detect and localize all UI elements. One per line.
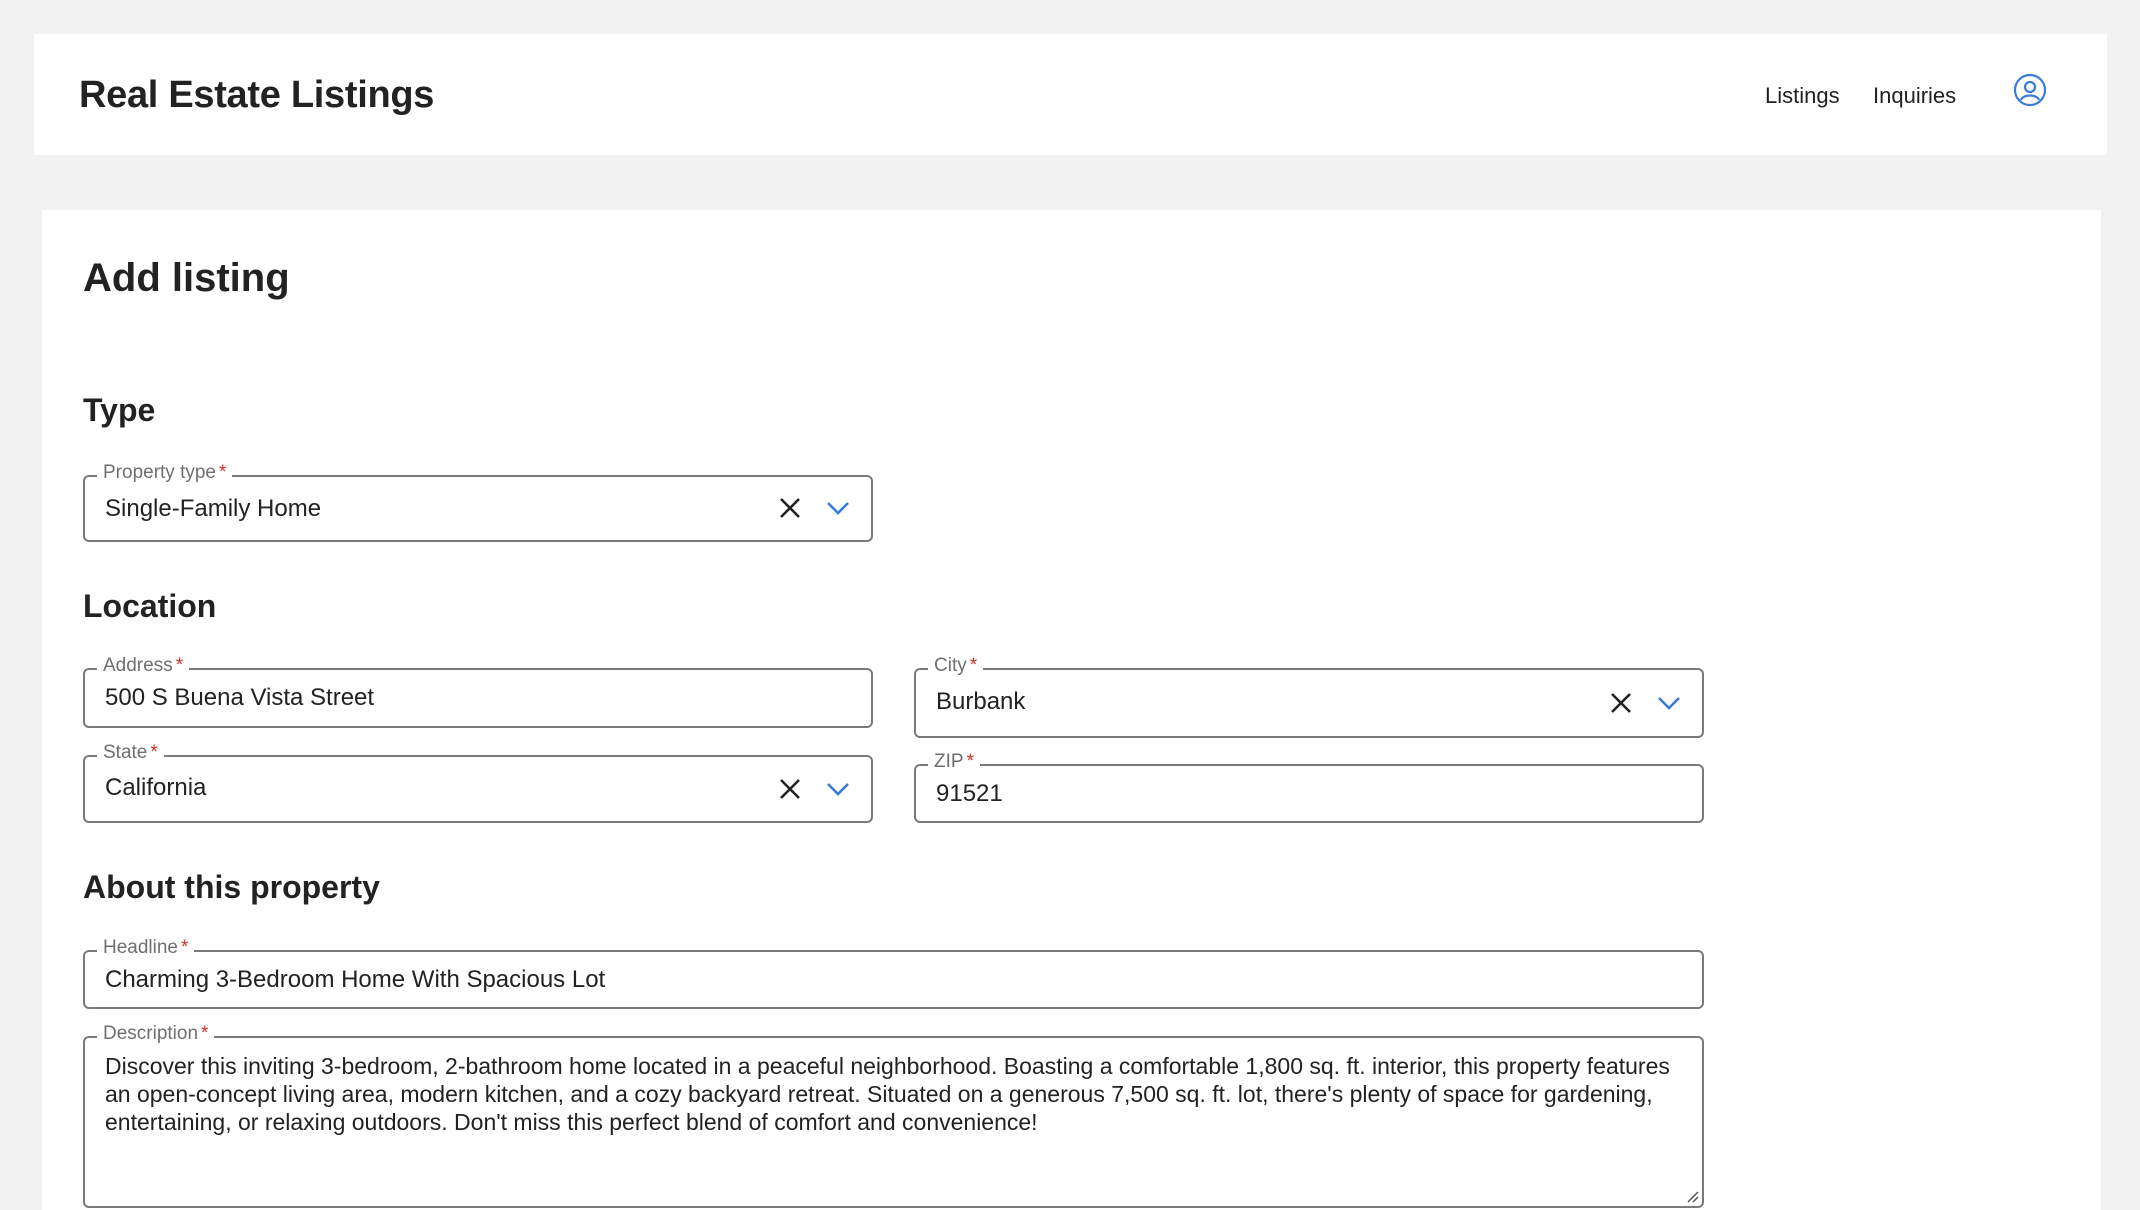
- zip-label: ZIP: [934, 751, 964, 772]
- section-title-type: Type: [83, 392, 156, 428]
- required-marker: *: [969, 655, 978, 676]
- add-listing-form: Add listing Type Property type * Single-F…: [42, 210, 2101, 1210]
- property-type-label: Property type: [103, 462, 216, 483]
- address-field[interactable]: Address * 500 S Buena Vista Street: [83, 655, 873, 728]
- city-value: Burbank: [936, 688, 1026, 715]
- section-title-location: Location: [83, 588, 217, 624]
- required-marker: *: [150, 742, 158, 763]
- clear-icon[interactable]: [775, 774, 805, 804]
- nav-inquiries-link[interactable]: Inquiries: [1873, 83, 1956, 109]
- required-marker: *: [201, 1023, 209, 1044]
- resize-handle-icon[interactable]: [1684, 1188, 1700, 1204]
- nav-listings-link[interactable]: Listings: [1765, 83, 1840, 109]
- required-marker: *: [175, 655, 184, 676]
- headline-value: Charming 3-Bedroom Home With Spacious Lo…: [105, 966, 606, 993]
- headline-label: Headline: [103, 937, 178, 958]
- address-label: Address: [103, 655, 173, 676]
- user-circle-icon[interactable]: [2013, 73, 2047, 107]
- headline-field[interactable]: Headline * Charming 3-Bedroom Home With S…: [83, 937, 1704, 1009]
- property-type-value: Single-Family Home: [105, 495, 322, 522]
- city-label: City: [934, 655, 967, 676]
- chevron-down-icon[interactable]: [823, 493, 853, 523]
- page-title: Add listing: [83, 256, 290, 300]
- clear-icon[interactable]: [775, 493, 805, 523]
- state-value: California: [105, 774, 207, 801]
- section-title-about: About this property: [83, 869, 380, 905]
- required-marker: *: [219, 462, 227, 483]
- clear-icon[interactable]: [1606, 688, 1636, 718]
- state-label: State: [103, 742, 148, 763]
- state-select[interactable]: State * California: [83, 742, 873, 823]
- zip-field[interactable]: ZIP * 91521: [914, 751, 1704, 823]
- description-textarea[interactable]: Description * Discover this inviting 3-be…: [83, 1023, 1704, 1208]
- chevron-down-icon[interactable]: [1654, 688, 1684, 718]
- required-marker: *: [966, 751, 974, 772]
- city-select[interactable]: City * Burbank: [914, 655, 1704, 738]
- app-header: Real Estate Listings Listings Inquiries: [34, 34, 2107, 155]
- required-marker: *: [181, 937, 189, 958]
- property-type-select[interactable]: Property type * Single-Family Home: [83, 462, 873, 542]
- chevron-down-icon[interactable]: [823, 774, 853, 804]
- address-value: 500 S Buena Vista Street: [105, 684, 375, 711]
- app-title: Real Estate Listings: [79, 74, 435, 116]
- zip-value: 91521: [936, 780, 1003, 807]
- description-value: Discover this inviting 3-bedroom, 2-bath…: [105, 1053, 1670, 1135]
- description-label: Description: [103, 1023, 199, 1044]
